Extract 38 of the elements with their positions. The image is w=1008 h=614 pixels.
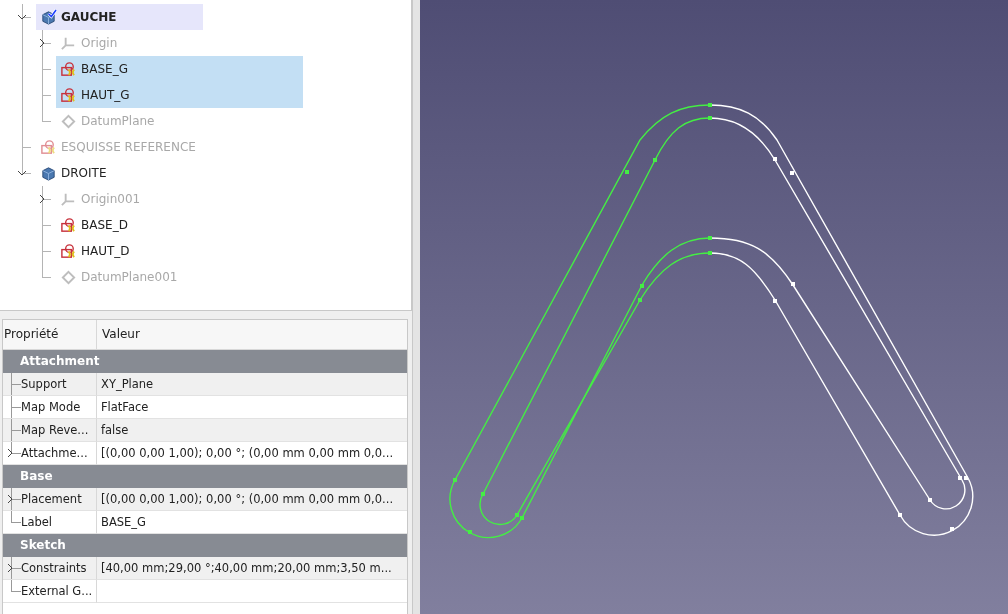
property-name: Support bbox=[21, 377, 67, 391]
property-name: Placement bbox=[21, 492, 82, 506]
property-name: Map Mode bbox=[21, 400, 81, 414]
chevron-right-icon[interactable] bbox=[5, 563, 15, 573]
tree-item[interactable]: DROITE bbox=[36, 160, 115, 186]
property-value[interactable]: FlatFace bbox=[101, 400, 149, 414]
tree-item[interactable]: BASE_G bbox=[56, 56, 303, 82]
property-value[interactable]: false bbox=[101, 423, 129, 437]
body-icon bbox=[40, 8, 57, 26]
chevron-right-icon[interactable] bbox=[5, 494, 15, 504]
sketch-icon bbox=[60, 86, 77, 104]
property-value[interactable]: BASE_G bbox=[101, 515, 146, 529]
sketch-icon bbox=[60, 60, 77, 78]
tree-item[interactable]: BASE_D bbox=[56, 212, 136, 238]
sketch-icon bbox=[60, 242, 77, 260]
property-name: External G... bbox=[21, 584, 93, 598]
body-icon bbox=[40, 164, 57, 182]
tree-item[interactable]: HAUT_D bbox=[56, 238, 138, 264]
property-name: Label bbox=[21, 515, 53, 529]
property-value[interactable]: [(0,00 0,00 1,00); 0,00 °; (0,00 mm 0,00 mm 0,0... bbox=[101, 446, 394, 460]
chevron-right-icon[interactable] bbox=[5, 448, 15, 458]
property-name: Map Reve... bbox=[21, 423, 89, 437]
property-name: Attachme... bbox=[21, 446, 88, 460]
sketch-icon bbox=[40, 138, 57, 156]
column-header: Valeur bbox=[97, 320, 407, 350]
chevron-right-icon[interactable] bbox=[37, 194, 47, 204]
column-header: Propriété bbox=[3, 320, 97, 350]
tree-item[interactable]: GAUCHE bbox=[36, 4, 203, 30]
diamond-icon bbox=[60, 268, 77, 286]
property-value[interactable]: XY_Plane bbox=[101, 377, 154, 391]
diamond-icon bbox=[60, 112, 77, 130]
chevron-down-icon[interactable] bbox=[17, 12, 27, 22]
sketch-icon bbox=[60, 216, 77, 234]
tree-item[interactable]: HAUT_G bbox=[56, 82, 303, 108]
chevron-right-icon[interactable] bbox=[37, 38, 47, 48]
splitter-handle[interactable] bbox=[413, 0, 420, 614]
property-name: Constraints bbox=[21, 561, 87, 575]
chevron-down-icon[interactable] bbox=[17, 168, 27, 178]
